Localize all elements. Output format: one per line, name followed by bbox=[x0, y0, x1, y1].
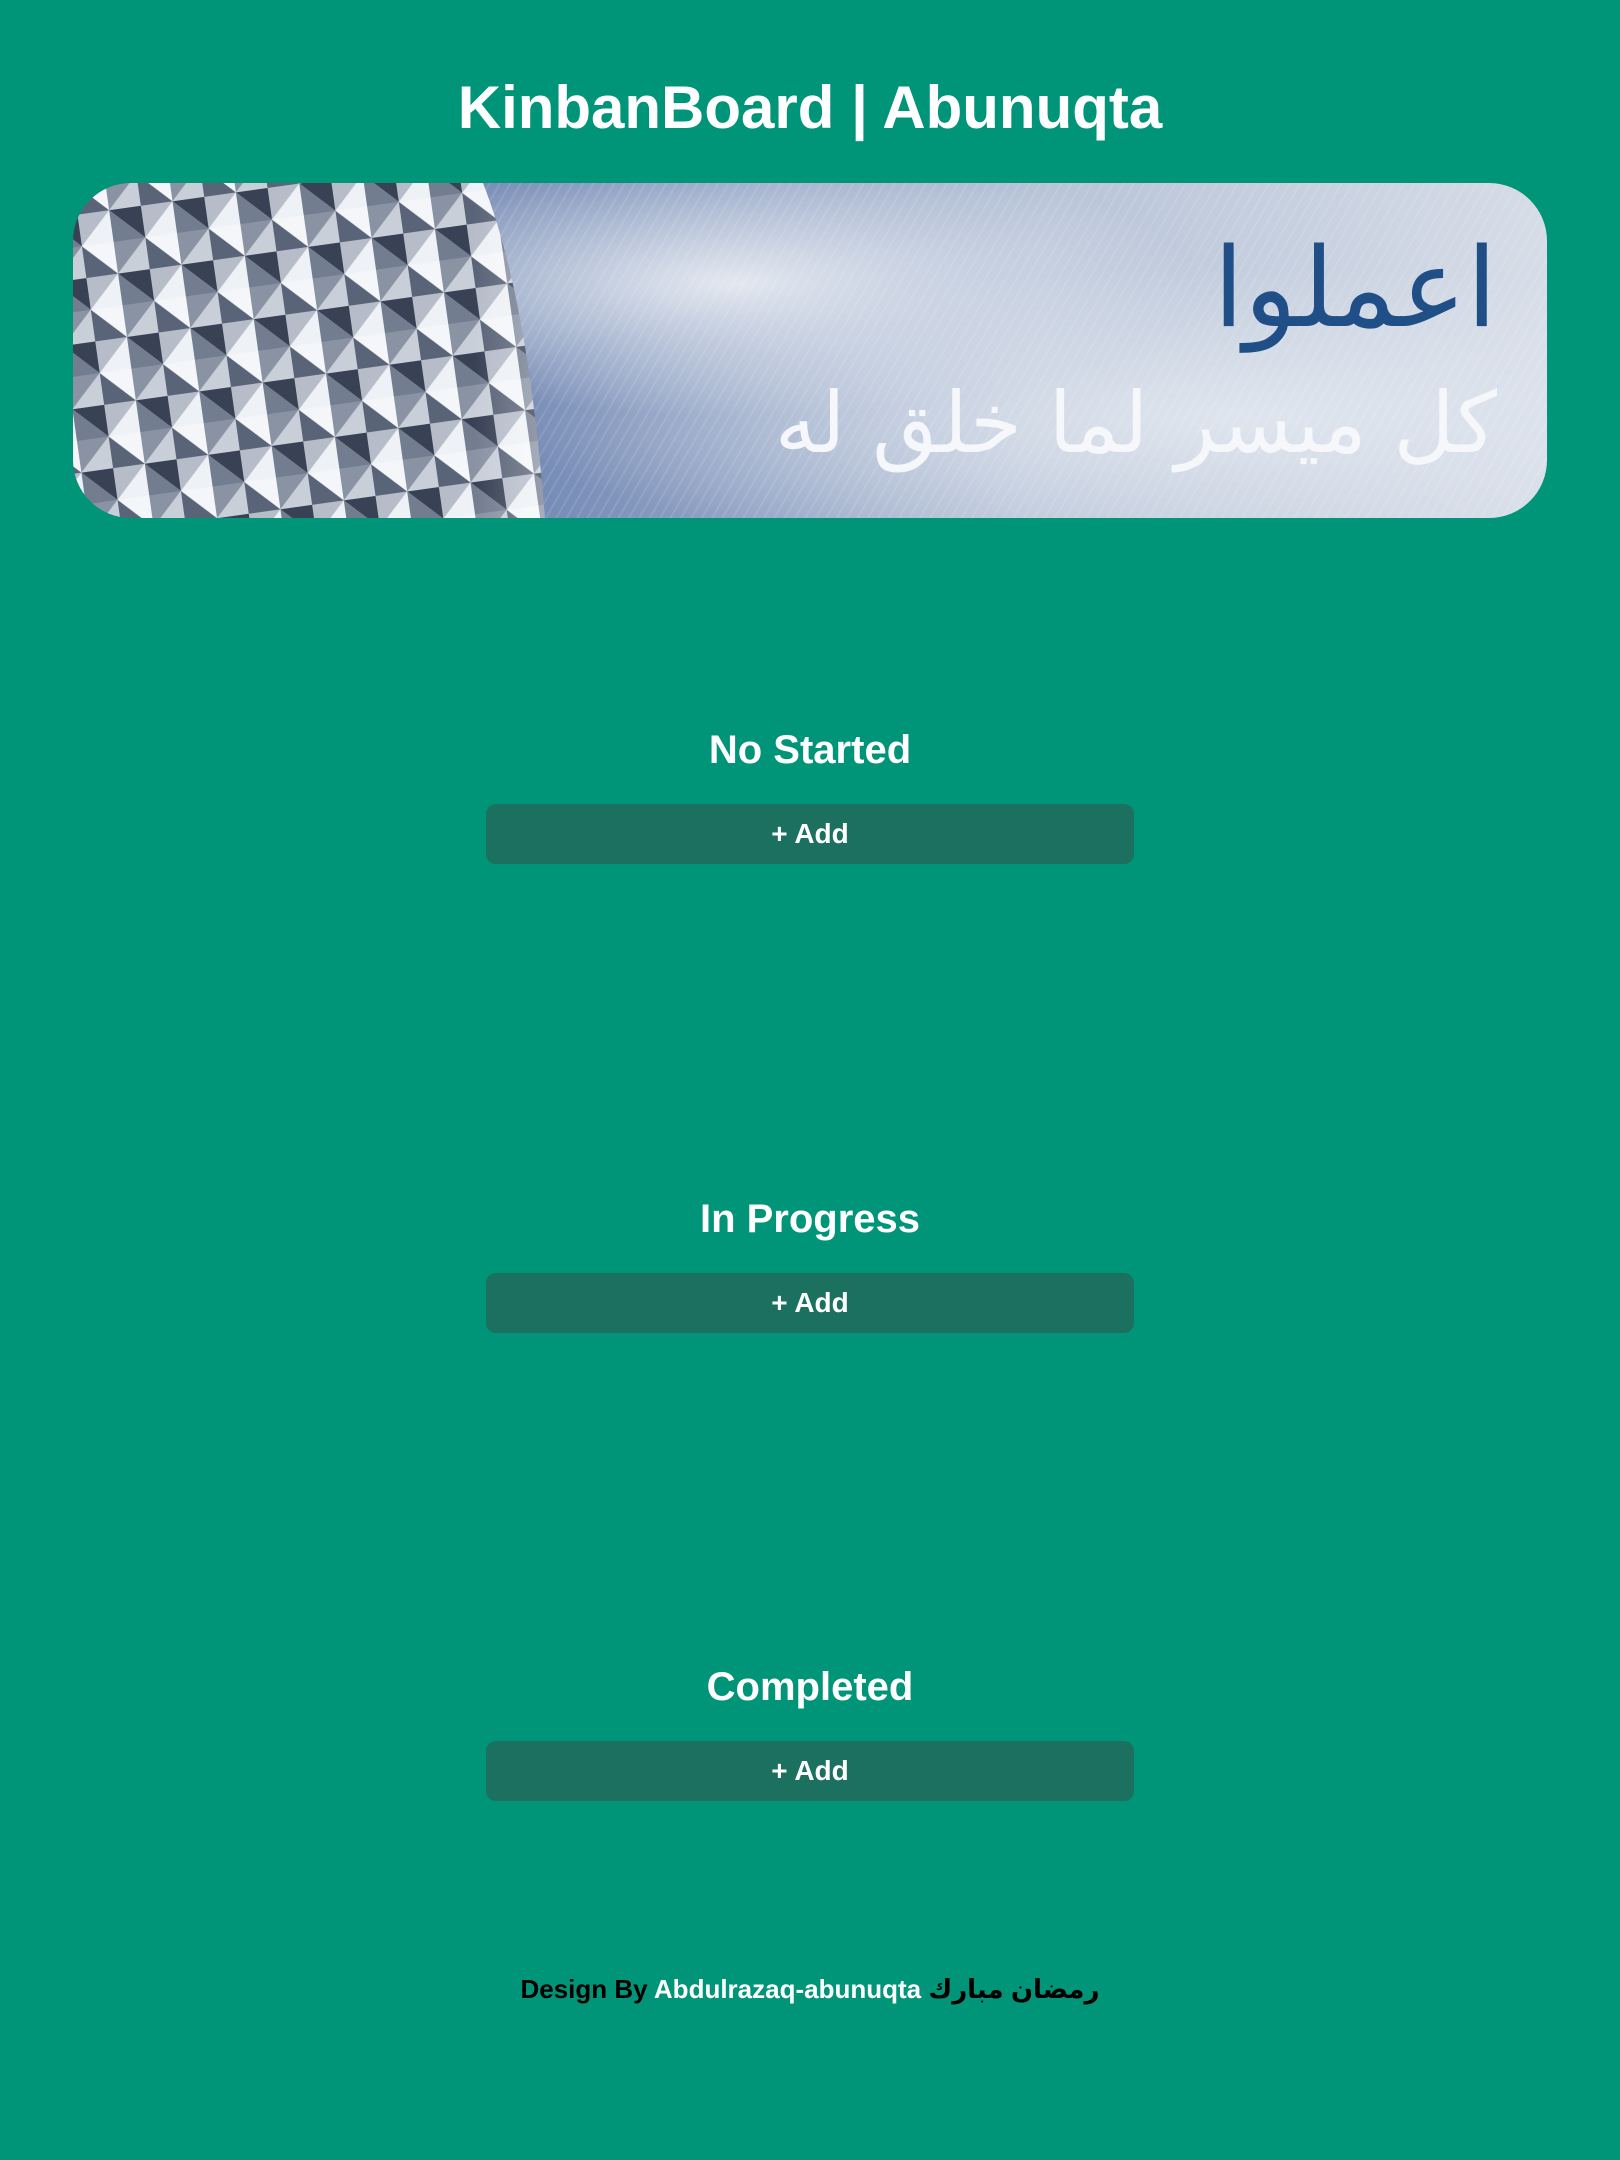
column-title: Completed bbox=[706, 1665, 914, 1709]
footer: Design By Abdulrazaq-abunuqta رمضان مبار… bbox=[0, 1972, 1620, 2006]
add-task-button[interactable]: + Add bbox=[486, 1741, 1134, 1801]
column-title: No Started bbox=[708, 728, 912, 772]
footer-greeting: رمضان مبارك bbox=[928, 1974, 1100, 2004]
footer-author: Abdulrazaq-abunuqta bbox=[653, 1974, 922, 2004]
banner-subheading: كل ميسر لما خلق له bbox=[774, 374, 1497, 472]
column-completed: Completed + Add bbox=[486, 1662, 1134, 1801]
column-not-started: No Started + Add bbox=[486, 725, 1134, 864]
add-task-button[interactable]: + Add bbox=[486, 804, 1134, 864]
page-title: KinbanBoard | Abunuqta bbox=[457, 74, 1163, 141]
banner-image: اعملوا كل ميسر لما خلق له bbox=[73, 183, 1547, 518]
banner-heading: اعملوا bbox=[1213, 224, 1497, 352]
column-title: In Progress bbox=[699, 1197, 921, 1241]
footer-prefix: Design By bbox=[520, 1974, 648, 2004]
add-task-button[interactable]: + Add bbox=[486, 1273, 1134, 1333]
column-in-progress: In Progress + Add bbox=[486, 1194, 1134, 1333]
